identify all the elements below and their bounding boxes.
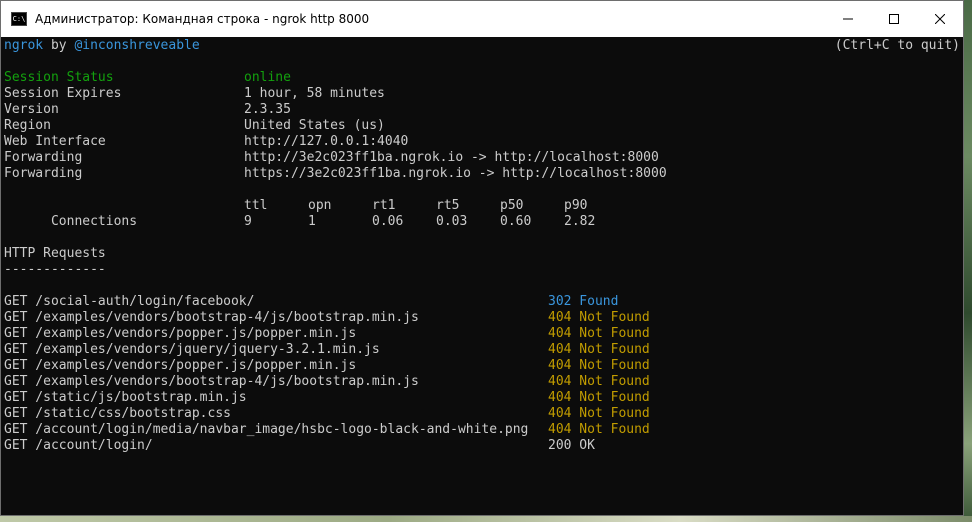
request-status: 404 Not Found (548, 358, 650, 373)
request-path: GET /examples/vendors/bootstrap-4/js/boo… (4, 310, 419, 325)
request-status: 404 Not Found (548, 326, 650, 341)
cmd-app-icon[interactable]: C:\ (11, 12, 27, 26)
conn-value-opn: 1 (308, 214, 316, 229)
request-path: GET /examples/vendors/jquery/jquery-3.2.… (4, 342, 380, 357)
request-status: 404 Not Found (548, 374, 650, 389)
cmd-window: C:\ Администратор: Командная строка - ng… (0, 0, 964, 516)
conn-header-p90: p90 (564, 198, 588, 213)
request-status: 404 Not Found (548, 406, 650, 421)
session-row: Web Interface http://127.0.0.1:4040 (4, 134, 963, 150)
connections-values-row: 9 1 0.06 0.03 0.60 2.82 (4, 214, 963, 230)
request-status: 404 Not Found (548, 390, 650, 405)
session-row: Version 2.3.35 (4, 102, 963, 118)
request-row: GET /examples/vendors/popper.js/popper.m… (4, 358, 963, 374)
request-row: GET /examples/vendors/bootstrap-4/js/boo… (4, 310, 963, 326)
session-value: http://127.0.0.1:4040 (244, 134, 409, 149)
request-row: GET /social-auth/login/facebook/302 Foun… (4, 294, 963, 310)
maximize-button[interactable] (871, 1, 917, 37)
request-status: 302 Found (548, 294, 619, 309)
request-path: GET /static/css/bootstrap.css (4, 406, 231, 421)
conn-value-p90: 2.82 (564, 214, 596, 229)
request-path: GET /examples/vendors/bootstrap-4/js/boo… (4, 374, 419, 389)
request-path: GET /account/login/ (4, 438, 153, 453)
by-text: by (43, 38, 75, 53)
console-output[interactable]: ngrok by @inconshreveable (Ctrl+C to quit… (1, 37, 963, 515)
session-label: Version (4, 102, 59, 117)
conn-header-rt1: rt1 (372, 198, 396, 213)
minimize-button[interactable] (825, 1, 871, 37)
close-button[interactable] (917, 1, 963, 37)
session-label: Web Interface (4, 134, 106, 149)
session-row: Session Expires 1 hour, 58 minutes (4, 86, 963, 102)
session-row: Forwarding http://3e2c023ff1ba.ngrok.io -… (4, 150, 963, 166)
session-label: Session Expires (4, 86, 122, 101)
minimize-icon (843, 18, 853, 20)
request-status: 404 Not Found (548, 310, 650, 325)
ngrok-header-line: ngrok by @inconshreveable (Ctrl+C to quit… (4, 38, 963, 54)
session-row: Region United States (us) (4, 118, 963, 134)
session-label: Forwarding (4, 150, 83, 165)
session-value: United States (us) (244, 118, 385, 133)
close-icon (935, 14, 945, 24)
http-requests-underline: ------------- (4, 262, 106, 277)
request-path: GET /static/js/bootstrap.min.js (4, 390, 247, 405)
request-row: GET /examples/vendors/popper.js/popper.m… (4, 326, 963, 342)
quit-hint: (Ctrl+C to quit) (834, 38, 960, 53)
session-label: Region (4, 118, 51, 133)
cmd-app-icon-label: C:\ (12, 14, 26, 23)
conn-value-rt5: 0.03 (436, 214, 468, 229)
request-path: GET /examples/vendors/popper.js/popper.m… (4, 326, 357, 341)
conn-header-rt5: rt5 (436, 198, 460, 213)
request-path: GET /examples/vendors/popper.js/popper.m… (4, 358, 357, 373)
request-row: GET /account/login/200 OK (4, 438, 963, 454)
title-bar[interactable]: C:\ Администратор: Командная строка - ng… (1, 1, 963, 37)
request-row: GET /static/css/bootstrap.css 404 Not Fou… (4, 406, 963, 422)
conn-value-ttl: 9 (244, 214, 252, 229)
session-row: Session Status online (4, 70, 963, 86)
conn-value-p50: 0.60 (500, 214, 532, 229)
session-value: 1 hour, 58 minutes (244, 86, 385, 101)
maximize-icon (889, 14, 899, 24)
desktop-background-bottom (0, 516, 972, 522)
session-label: Forwarding (4, 166, 83, 181)
request-status: 404 Not Found (548, 342, 650, 357)
request-row: GET /account/login/media/navbar_image/hs… (4, 422, 963, 438)
request-path: GET /account/login/media/navbar_image/hs… (4, 422, 529, 437)
window-controls (825, 1, 963, 37)
session-value: online (244, 70, 291, 85)
session-value: 2.3.35 (244, 102, 291, 117)
session-value: https://3e2c023ff1ba.ngrok.io -> http://… (244, 166, 667, 181)
request-status: 200 OK (548, 438, 595, 453)
request-status: 404 Not Found (548, 422, 650, 437)
conn-header-ttl: ttl (244, 198, 268, 213)
session-label: Session Status (4, 70, 114, 85)
request-row: GET /examples/vendors/bootstrap-4/js/boo… (4, 374, 963, 390)
session-row: Forwarding https://3e2c023ff1ba.ngrok.io … (4, 166, 963, 182)
author-name: @inconshreveable (74, 38, 200, 53)
conn-header-p50: p50 (500, 198, 524, 213)
request-path: GET /social-auth/login/facebook/ (4, 294, 255, 309)
conn-value-rt1: 0.06 (372, 214, 404, 229)
request-row: GET /examples/vendors/jquery/jquery-3.2.… (4, 342, 963, 358)
app-name: ngrok (4, 38, 44, 53)
connections-header-row: Connections ttl opn rt1 rt5 p50 p90 (4, 198, 963, 229)
session-value: http://3e2c023ff1ba.ngrok.io -> http://l… (244, 150, 659, 165)
request-row: GET /static/js/bootstrap.min.js 404 Not F… (4, 390, 963, 406)
desktop-background-right (964, 0, 972, 522)
window-title: Администратор: Командная строка - ngrok … (35, 12, 370, 26)
conn-header-opn: opn (308, 198, 332, 213)
http-requests-title: HTTP Requests (4, 246, 106, 261)
